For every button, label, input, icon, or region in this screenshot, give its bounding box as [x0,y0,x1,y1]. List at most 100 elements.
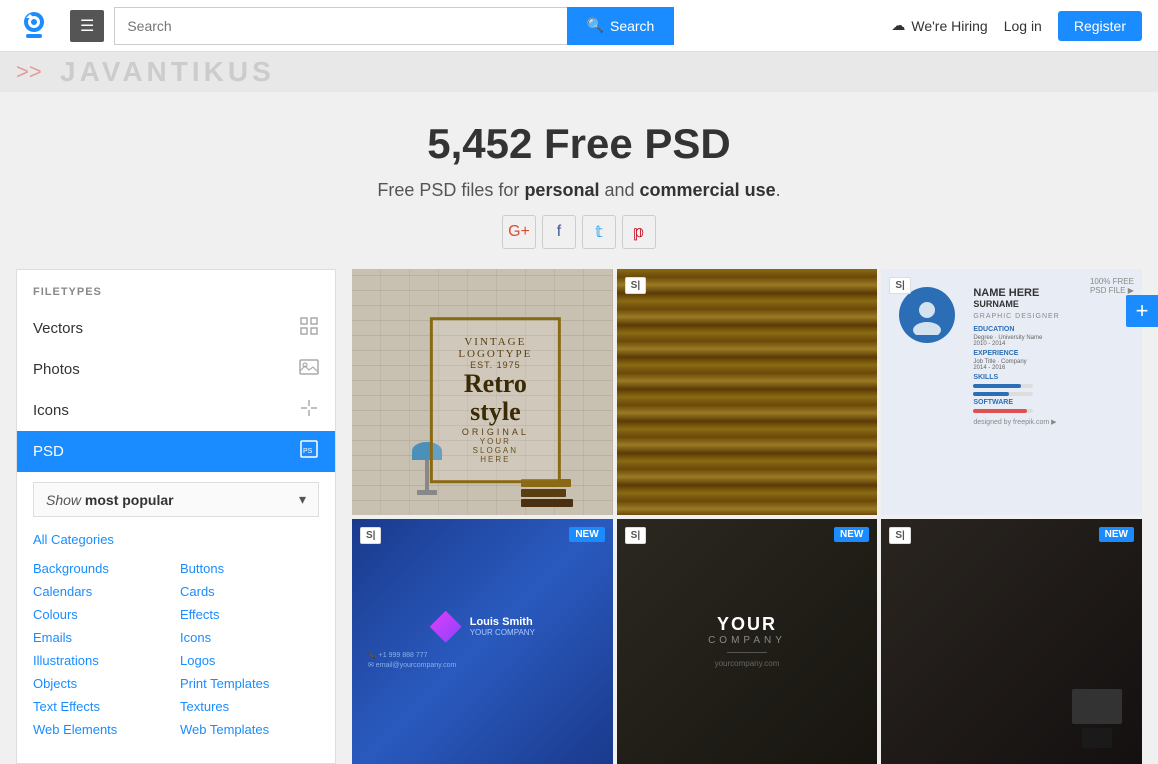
watermark-area: >> JAVANTIKUS [0,52,1158,92]
filetype-psd[interactable]: PSD PS [17,431,335,472]
resume-section-education: EDUCATION [973,326,1128,333]
category-illustrations[interactable]: Illustrations [33,651,172,670]
main-layout: FILETYPES Vectors Photos Icons PSD PS [0,269,1158,764]
biz-card-blue-inner: Louis Smith YOUR COMPANY 📞 +1 999 888 77… [352,519,613,764]
register-button[interactable]: Register [1058,11,1142,41]
category-logos[interactable]: Logos [180,651,319,670]
sidebar: FILETYPES Vectors Photos Icons PSD PS [16,269,336,764]
show-popular-text: Show most popular [46,492,174,508]
category-text-effects[interactable]: Text Effects [33,697,172,716]
desk-items [1072,689,1122,748]
header: ☰ 🔍 Search ☁ We're Hiring Log in Registe… [0,0,1158,52]
category-cards[interactable]: Cards [180,582,319,601]
search-input[interactable] [114,7,566,45]
filetype-vectors[interactable]: Vectors [17,308,335,349]
category-buttons[interactable]: Buttons [180,559,319,578]
all-categories-link[interactable]: All Categories [17,527,335,551]
category-colours[interactable]: Colours [33,605,172,624]
photos-icon [299,357,319,382]
search-icon: 🔍 [587,17,604,34]
image-card-4[interactable]: S| NEW Louis Smith YOUR COMPANY 📞 +1 999… [352,519,613,764]
categories-grid: Backgrounds Buttons Calendars Cards Colo… [17,551,335,747]
image-card-5[interactable]: S| NEW YOUR COMPANY yourcompany.com [617,519,878,764]
twitter-button[interactable]: 𝕥 [582,215,616,249]
filetype-photos[interactable]: Photos [17,349,335,390]
category-effects[interactable]: Effects [180,605,319,624]
category-emails[interactable]: Emails [33,628,172,647]
filetypes-label: FILETYPES [17,286,335,308]
plus-button[interactable]: + [1126,295,1158,327]
freepik-logo [16,8,52,44]
filetype-icons[interactable]: Icons [17,390,335,431]
show-popular-dropdown[interactable]: Show most popular ▾ [33,482,319,517]
image-card-1[interactable]: S| VINTAGE LOGOTYPE EST. 1975 Retrostyle… [352,269,613,515]
pinterest-button[interactable]: 𝕡 [622,215,656,249]
and-text: and [599,180,639,200]
hero-title: 5,452 Free PSD [20,120,1138,168]
dark-card-inner: YOUR COMPANY yourcompany.com [708,614,786,668]
resume-content: NAME HERE SURNAME GRAPHIC DESIGNER EDUCA… [969,279,1132,505]
category-icons[interactable]: Icons [180,628,319,647]
category-textures[interactable]: Textures [180,697,319,716]
hiring-link[interactable]: ☁ We're Hiring [891,17,987,34]
search-button[interactable]: 🔍 Search [567,7,675,45]
dark-card-contact: yourcompany.com [708,659,786,668]
dark-card-divider [727,652,767,653]
new-badge-4: NEW [569,527,604,542]
category-backgrounds[interactable]: Backgrounds [33,559,172,578]
image-card-2[interactable]: S| [617,269,878,515]
image-card-3[interactable]: S| 100% FREEPSD FILE ▶ NAME HERE SURNAME… [881,269,1142,515]
s-badge-3: S| [889,277,910,294]
watermark-text: JAVANTIKUS [60,56,275,88]
new-badge-5: NEW [834,527,869,542]
psd-label-badge: 100% FREEPSD FILE ▶ [1090,277,1134,295]
search-button-label: Search [610,18,654,34]
social-buttons: G+ f 𝕥 𝕡 [20,215,1138,249]
category-calendars[interactable]: Calendars [33,582,172,601]
bc-person-title: YOUR COMPANY [470,628,535,637]
psd-icon: PS [299,439,319,464]
subtitle-prefix: Free PSD files for [377,180,524,200]
bc-person-name: Louis Smith [470,616,535,628]
desk-notebook [1072,689,1122,724]
category-web-elements[interactable]: Web Elements [33,720,172,739]
retro-frame: VINTAGE LOGOTYPE EST. 1975 Retrostyle OR… [430,317,560,483]
hiring-label: We're Hiring [911,18,987,34]
freepik-credit: designed by freepik.com ▶ [973,418,1128,426]
frame-title-top: VINTAGE LOGOTYPE [457,336,533,360]
book-3 [521,499,573,507]
login-label: Log in [1004,18,1042,34]
login-link[interactable]: Log in [1004,18,1042,34]
bc-logo-area: Louis Smith YOUR COMPANY [430,611,535,643]
resume-job-title: GRAPHIC DESIGNER [973,313,1128,320]
skill-bar-1 [973,383,1128,389]
resume-surname: SURNAME [973,299,1128,309]
frame-retro-text: Retrostyle [457,370,533,427]
resume-exp-text: Job Title · Company2014 - 2016 [973,359,1128,371]
svg-text:PS: PS [303,448,313,455]
s-badge-5: S| [625,527,646,544]
category-print-templates[interactable]: Print Templates [180,674,319,693]
photos-label: Photos [33,361,299,378]
resume-section-skills: SKILLS [973,374,1128,381]
s-badge-2: S| [625,277,646,294]
new-badge-6: NEW [1099,527,1134,542]
frame-box: VINTAGE LOGOTYPE EST. 1975 Retrostyle OR… [430,317,560,483]
commercial-text: commercial use [640,180,776,200]
google-plus-button[interactable]: G+ [502,215,536,249]
lamp-stem [425,460,429,490]
chevron-down-icon: ▾ [299,491,306,508]
dark-card-logo: YOUR [708,614,786,635]
frame-slogan: YOUR SLOGAN HERE [457,437,533,464]
hamburger-button[interactable]: ☰ [70,10,104,42]
psd-label: PSD [33,443,299,460]
category-objects[interactable]: Objects [33,674,172,693]
resume-section-experience: EXPERIENCE [973,350,1128,357]
s-badge-6: S| [889,527,910,544]
image-card-6[interactable]: S| NEW [881,519,1142,764]
facebook-button[interactable]: f [542,215,576,249]
desk-phone [1082,728,1112,748]
category-web-templates[interactable]: Web Templates [180,720,319,739]
resume-edu-text: Degree · University Name2010 - 2014 [973,335,1128,347]
all-categories[interactable]: All Categories [33,530,114,549]
